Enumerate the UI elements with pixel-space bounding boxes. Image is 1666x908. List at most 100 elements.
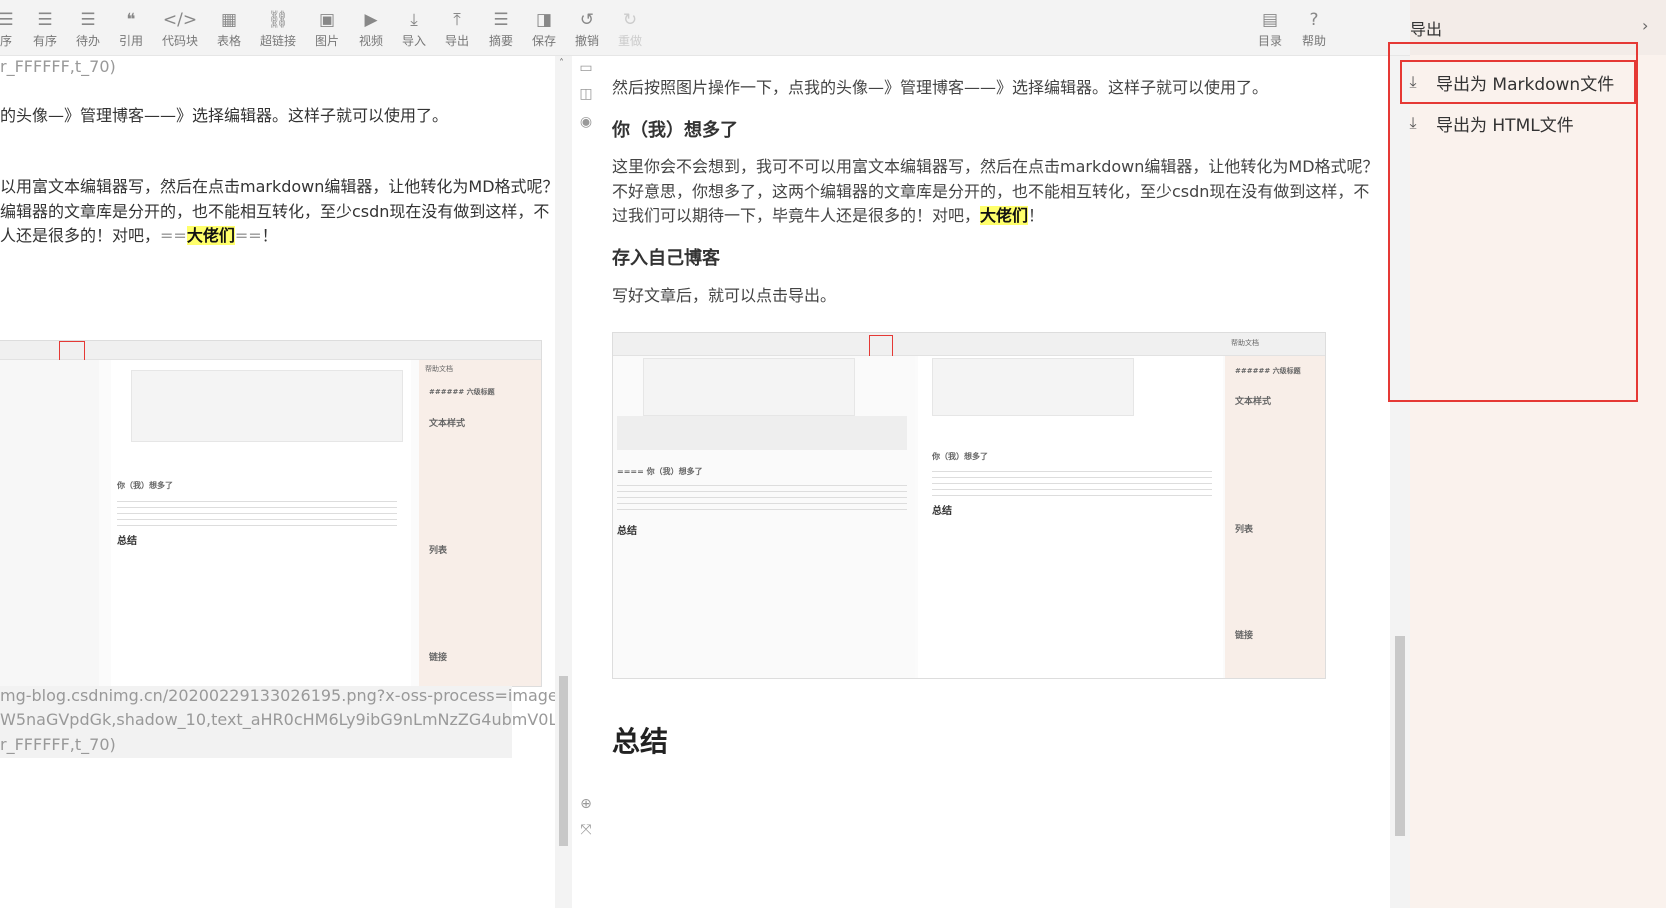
mini-url-block <box>617 416 907 450</box>
table-button[interactable]: ▦ 表格 <box>209 8 249 49</box>
preview-scroll-thumb[interactable] <box>1395 636 1405 836</box>
export-panel-title: 导出 <box>1410 20 1443 39</box>
highlight-text: 大佬们 <box>186 226 235 245</box>
undo-button[interactable]: ↺ 撤销 <box>567 8 607 49</box>
download-icon: ⤓ <box>1409 72 1417 91</box>
help-button[interactable]: ? 帮助 <box>1294 8 1334 49</box>
editor-text: ！ <box>261 226 278 245</box>
editor-line: 编辑器的文章库是分开的，也不能相互转化，至少csdn现在没有做到这样，不 <box>0 202 550 221</box>
tool-label: 帮助 <box>1301 34 1326 48</box>
tool-label: 撤销 <box>574 34 599 48</box>
editor-line: r_FFFFFF,t_70) <box>0 735 116 754</box>
redo-icon: ↻ <box>622 10 638 30</box>
tool-label: 表格 <box>216 34 241 48</box>
mini-h6: ###### 六级标题 <box>429 388 495 396</box>
editor-scroll-thumb[interactable] <box>559 676 568 846</box>
import-button[interactable]: ⤓ 导入 <box>394 8 434 49</box>
mini-help-panel: 帮助文档 ###### 六级标题 文本样式 列表 链接 <box>419 360 541 686</box>
tool-label: 导出 <box>444 34 469 48</box>
editor-line: r_FFFFFF,t_70) <box>0 57 116 76</box>
eye-icon[interactable]: ◉ <box>578 114 594 130</box>
export-markdown-label: 导出为 Markdown文件 <box>1436 74 1615 95</box>
preview-paragraph: 不好意思，你想多了，这两个编辑器的文章库是分开的，也不能相互转化，至少csdn现… <box>612 182 1370 201</box>
tool-label: 重做 <box>617 34 642 48</box>
mini-image <box>932 358 1134 416</box>
video-button[interactable]: ▶ 视频 <box>351 8 391 49</box>
preview-heading: 存入自己博客 <box>612 248 720 269</box>
summary-icon: ☰ <box>493 10 509 30</box>
mini-list: 列表 <box>429 546 448 556</box>
image-icon: ▣ <box>318 10 336 30</box>
mini-list: 列表 <box>1235 525 1254 535</box>
image-button[interactable]: ▣ 图片 <box>307 8 347 49</box>
unordered-list-button[interactable]: ☰ 序 <box>0 8 26 49</box>
mini-summary: 总结 <box>932 506 952 517</box>
mini-link: 链接 <box>429 653 448 663</box>
quote-icon: ❝ <box>126 10 136 30</box>
mini-image <box>643 358 855 416</box>
todo-button[interactable]: ☰ 待办 <box>68 8 108 49</box>
sync-scroll-icon[interactable]: ⤧ <box>578 822 594 838</box>
redo-button[interactable]: ↻ 重做 <box>610 8 650 49</box>
toc-button[interactable]: ▤ 目录 <box>1250 8 1290 49</box>
full-preview-icon[interactable]: ▭ <box>578 60 594 76</box>
preview-h1: 总结 <box>612 725 669 758</box>
tool-label: 图片 <box>314 34 339 48</box>
tool-label: 摘要 <box>488 34 513 48</box>
code-block-button[interactable]: </> 代码块 <box>160 8 200 49</box>
table-icon: ▦ <box>220 10 238 30</box>
mini-summary: 总结 <box>117 536 137 547</box>
preview-paragraph: 然后按照图片操作一下，点我的头像—》管理博客——》选择编辑器。这样子就可以使用了… <box>612 78 1269 97</box>
link-icon: ⛓ <box>267 10 289 30</box>
editor-line: mg-blog.csdnimg.cn/20200229133026195.png… <box>0 686 555 705</box>
mini-text-lines <box>117 496 397 526</box>
split-view-icon[interactable]: ◫ <box>578 86 594 102</box>
help-icon: ? <box>1309 10 1319 30</box>
ordered-list-icon: ☰ <box>37 10 53 30</box>
tool-label: 保存 <box>531 34 556 48</box>
editor-toolbar: ☰ 序 ☰ 有序 ☰ 待办 ❝ 引用 </> 代码块 ▦ 表格 ⛓ 超链接 ▣ 图片 ▶ 视频 ⤓… <box>0 0 1410 56</box>
preview-side-icons: ▭ ◫ ◉ ⊕ ⤧ <box>572 56 600 908</box>
editor-line: W5naGVpdGk,shadow_10,text_aHR0cHM6Ly9ibG… <box>0 710 555 729</box>
undo-icon: ↺ <box>579 10 595 30</box>
mini-heading: 你（我）想多了 <box>117 481 173 490</box>
mini-link: 链接 <box>1235 631 1254 641</box>
scroll-up-icon[interactable]: ˄ <box>559 58 564 69</box>
editor-scrollbar[interactable]: ˄ <box>555 56 572 908</box>
export-html-label: 导出为 HTML文件 <box>1436 115 1574 136</box>
import-icon: ⤓ <box>410 10 418 30</box>
todo-icon: ☰ <box>80 10 96 30</box>
highlight-text: 大佬们 <box>980 206 1029 225</box>
collapse-panel-icon[interactable]: › <box>1642 16 1648 35</box>
tool-label: 导入 <box>401 34 426 48</box>
mini-heading: ==== 你（我）想多了 <box>617 467 703 476</box>
tool-label: 有序 <box>32 34 57 48</box>
export-icon: ⤒ <box>453 10 461 30</box>
preview-paragraph: 写好文章后，就可以点击导出。 <box>612 286 837 305</box>
mark-syntax: == <box>234 226 262 245</box>
preview-heading: 你（我）想多了 <box>612 120 738 141</box>
mini-help-panel: 帮助文档 ###### 六级标题 文本样式 列表 链接 <box>1225 339 1325 678</box>
export-html-button[interactable]: ⤓ 导出为 HTML文件 <box>1402 103 1624 143</box>
quote-button[interactable]: ❝ 引用 <box>111 8 151 49</box>
embedded-screenshot: 你（我）想多了 总结 帮助文档 ###### 六级标题 文本样式 列表 链接 <box>0 340 542 687</box>
video-icon: ▶ <box>364 10 378 30</box>
tool-label: 视频 <box>358 34 383 48</box>
toc-icon: ▤ <box>1261 10 1279 30</box>
editor-text: 人还是很多的！对吧， <box>0 226 161 245</box>
mini-preview: 你（我）想多了 总结 <box>918 356 1223 678</box>
preview-embedded-screenshot: ==== 你（我）想多了 总结 你（我）想多了 总结 帮助文档 ###### 六… <box>612 332 1326 679</box>
mini-text-style: 文本样式 <box>1235 397 1272 407</box>
markdown-editor[interactable]: r_FFFFFF,t_70) 的头像—》管理博客——》选择编辑器。这样子就可以使… <box>0 56 555 908</box>
export-panel: 导出 › ⤓ 导出为 Markdown文件 ⤓ 导出为 HTML文件 <box>1388 0 1666 908</box>
markdown-preview: 然后按照图片操作一下，点我的头像—》管理博客——》选择编辑器。这样子就可以使用了… <box>600 56 1390 908</box>
locate-icon[interactable]: ⊕ <box>578 796 594 812</box>
save-button[interactable]: ◨ 保存 <box>524 8 564 49</box>
ordered-list-button[interactable]: ☰ 有序 <box>25 8 65 49</box>
summary-button[interactable]: ☰ 摘要 <box>481 8 521 49</box>
mark-syntax: == <box>160 226 187 245</box>
hyperlink-button[interactable]: ⛓ 超链接 <box>258 8 298 49</box>
export-button[interactable]: ⤒ 导出 <box>437 8 477 49</box>
export-markdown-button[interactable]: ⤓ 导出为 Markdown文件 <box>1400 60 1636 104</box>
tool-label: 目录 <box>1257 34 1282 48</box>
